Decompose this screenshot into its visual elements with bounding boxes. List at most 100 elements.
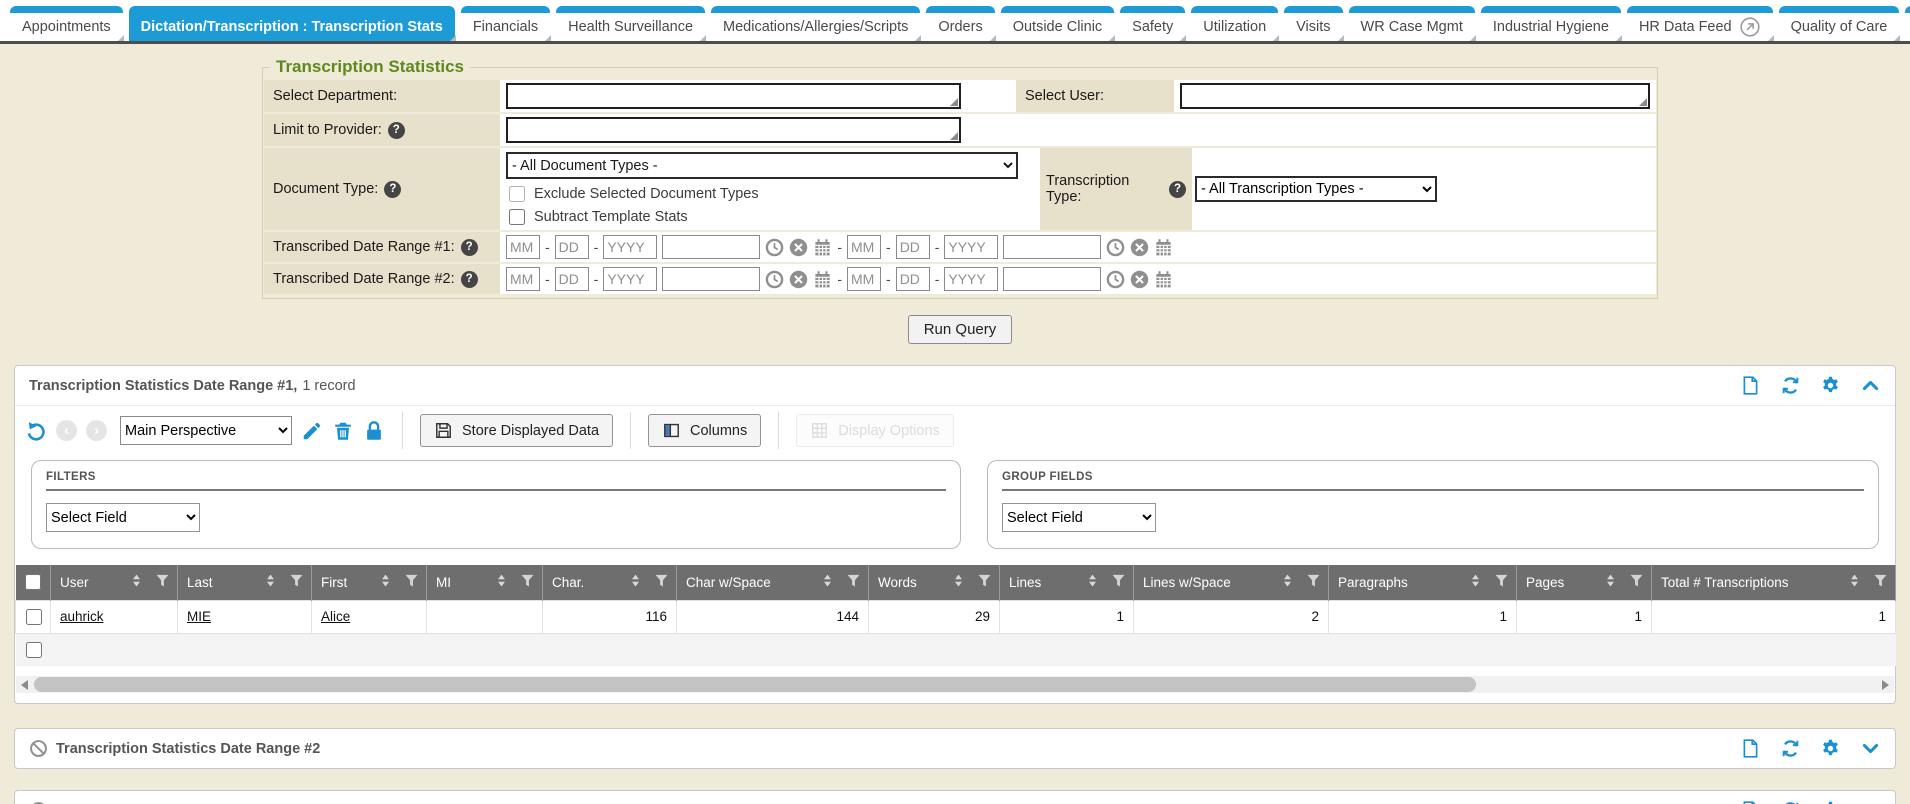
sort-icon[interactable] [951, 573, 966, 591]
column-header-total-transcriptions[interactable]: Total # Transcriptions [1652, 565, 1896, 600]
perspective-select[interactable]: Main Perspective [120, 416, 292, 445]
clear-date-icon[interactable] [789, 270, 808, 289]
new-page-icon[interactable] [1740, 738, 1761, 759]
sort-icon[interactable] [1847, 573, 1862, 591]
select-user-input[interactable] [1180, 83, 1650, 109]
document-type-select[interactable]: - All Document Types - [506, 152, 1018, 179]
refresh-icon[interactable] [1780, 800, 1801, 804]
tab-utilization[interactable]: Utilization [1191, 6, 1278, 41]
select-all-checkbox[interactable] [25, 574, 41, 590]
subtract-template-option[interactable]: Subtract Template Stats [506, 209, 1040, 225]
sort-icon[interactable] [628, 573, 643, 591]
scrollbar-thumb[interactable] [34, 677, 1476, 692]
refresh-icon[interactable] [1780, 738, 1801, 759]
sort-icon[interactable] [1085, 573, 1100, 591]
column-header-mi[interactable]: MI [427, 565, 543, 600]
select-department-input[interactable] [506, 83, 961, 109]
refresh-icon[interactable] [1780, 375, 1801, 396]
tab-industrial-hygiene[interactable]: Industrial Hygiene [1481, 6, 1621, 41]
sort-icon[interactable] [378, 573, 393, 591]
sort-icon[interactable] [1280, 573, 1295, 591]
lock-icon[interactable] [363, 420, 385, 442]
help-icon[interactable]: ? [388, 122, 405, 139]
filter-icon[interactable] [846, 573, 861, 591]
tab-quality-of-care[interactable]: Quality of Care [1779, 6, 1900, 41]
new-page-icon[interactable] [1740, 800, 1761, 804]
calendar-icon[interactable] [1154, 270, 1173, 289]
tab-medications-allergies-scripts[interactable]: Medications/Allergies/Scripts [711, 6, 920, 41]
collapse-chevron-icon[interactable] [1860, 375, 1881, 396]
tab-visits[interactable]: Visits [1284, 6, 1342, 41]
time-input[interactable] [1003, 267, 1101, 291]
column-header-char[interactable]: Char. [543, 565, 677, 600]
subtract-template-checkbox[interactable] [509, 209, 525, 225]
gear-icon[interactable] [1820, 375, 1841, 396]
time-input[interactable] [662, 267, 760, 291]
new-page-icon[interactable] [1740, 375, 1761, 396]
tab-wr-case-mgmt[interactable]: WR Case Mgmt [1349, 6, 1475, 41]
month-input[interactable] [847, 235, 881, 259]
filter-icon[interactable] [520, 573, 535, 591]
filter-icon[interactable] [1494, 573, 1509, 591]
time-input[interactable] [662, 235, 760, 259]
gear-icon[interactable] [1820, 800, 1841, 804]
clock-icon[interactable] [1106, 238, 1125, 257]
external-link-icon[interactable] [1739, 16, 1761, 38]
exclude-doc-types-option[interactable]: Exclude Selected Document Types [506, 186, 1040, 202]
year-input[interactable] [603, 267, 657, 291]
row-checkbox[interactable] [26, 609, 42, 625]
tab-hr-data-feed[interactable]: HR Data Feed [1627, 6, 1773, 41]
limit-provider-input[interactable] [506, 117, 961, 143]
cell-link[interactable]: Alice [321, 609, 350, 624]
filter-icon[interactable] [977, 573, 992, 591]
row-checkbox[interactable] [26, 642, 42, 658]
tab-dictation-transcription-transcription-stats[interactable]: Dictation/Transcription : Transcription … [129, 6, 455, 41]
help-icon[interactable]: ? [384, 181, 401, 198]
nav-back-icon[interactable]: ‹ [56, 420, 77, 441]
clear-date-icon[interactable] [1130, 238, 1149, 257]
exclude-doc-types-checkbox[interactable] [509, 186, 525, 202]
clock-icon[interactable] [765, 238, 784, 257]
filter-icon[interactable] [1306, 573, 1321, 591]
tab-health-surveillance[interactable]: Health Surveillance [556, 6, 705, 41]
month-input[interactable] [847, 267, 881, 291]
sort-icon[interactable] [129, 573, 144, 591]
clear-date-icon[interactable] [1130, 270, 1149, 289]
clear-date-icon[interactable] [789, 238, 808, 257]
day-input[interactable] [555, 235, 589, 259]
filter-icon[interactable] [404, 573, 419, 591]
tab-orders[interactable]: Orders [926, 6, 994, 41]
cell-link[interactable]: auhrick [60, 609, 104, 624]
month-input[interactable] [506, 267, 540, 291]
scroll-right-arrow-icon[interactable] [1882, 680, 1889, 690]
filters-field-select[interactable]: Select Field [46, 503, 200, 532]
day-input[interactable] [896, 267, 930, 291]
undo-icon[interactable] [25, 420, 47, 442]
tab-safety[interactable]: Safety [1120, 6, 1185, 41]
sort-icon[interactable] [494, 573, 509, 591]
horizontal-scrollbar[interactable] [16, 676, 1894, 693]
clock-icon[interactable] [765, 270, 784, 289]
day-input[interactable] [555, 267, 589, 291]
column-header-pages[interactable]: Pages [1517, 565, 1652, 600]
column-header-paragraphs[interactable]: Paragraphs [1329, 565, 1517, 600]
clock-icon[interactable] [1106, 270, 1125, 289]
tab-financials[interactable]: Financials [461, 6, 550, 41]
run-query-button[interactable]: Run Query [908, 315, 1013, 344]
store-displayed-data-button[interactable]: Store Displayed Data [420, 414, 613, 447]
columns-button[interactable]: Columns [648, 414, 761, 447]
help-icon[interactable]: ? [461, 271, 478, 288]
group-fields-field-select[interactable]: Select Field [1002, 503, 1156, 532]
sort-icon[interactable] [820, 573, 835, 591]
month-input[interactable] [506, 235, 540, 259]
filter-icon[interactable] [1629, 573, 1644, 591]
column-header-user[interactable]: User [51, 565, 178, 600]
scroll-left-arrow-icon[interactable] [21, 680, 28, 690]
tab-outside-clinic[interactable]: Outside Clinic [1001, 6, 1114, 41]
tab-executive-d[interactable]: Executive D [1905, 6, 1910, 41]
delete-trash-icon[interactable] [332, 420, 354, 442]
column-header-words[interactable]: Words [869, 565, 1000, 600]
help-icon[interactable]: ? [461, 239, 478, 256]
transcription-type-select[interactable]: - All Transcription Types - [1195, 176, 1437, 202]
gear-icon[interactable] [1820, 738, 1841, 759]
